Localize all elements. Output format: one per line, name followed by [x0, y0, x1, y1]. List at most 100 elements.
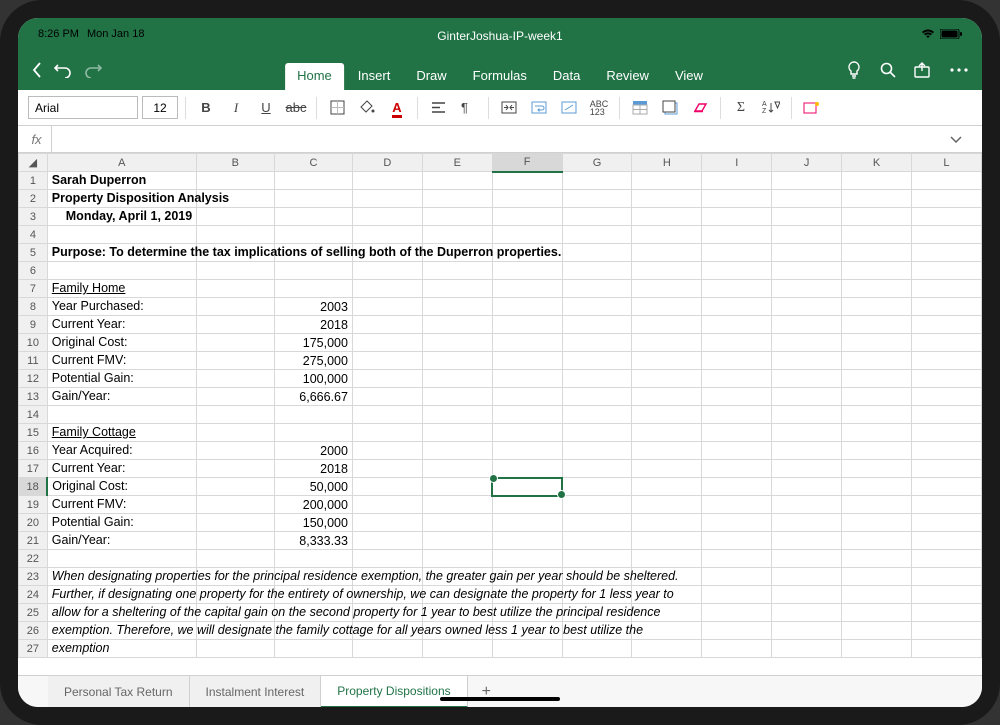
cell-G27[interactable] [562, 640, 632, 658]
cell-G21[interactable] [562, 532, 632, 550]
merge-button[interactable] [496, 95, 522, 121]
cell-I26[interactable] [702, 622, 772, 640]
cell-G7[interactable] [562, 280, 632, 298]
cell-L26[interactable] [911, 622, 981, 640]
cell-F9[interactable] [492, 316, 562, 334]
cell-C17[interactable]: 2018 [274, 460, 352, 478]
cell-J17[interactable] [772, 460, 842, 478]
cell-C20[interactable]: 150,000 [274, 514, 352, 532]
cell-I11[interactable] [702, 352, 772, 370]
cell-A12[interactable]: Potential Gain: [47, 370, 196, 388]
cell-C22[interactable] [274, 550, 352, 568]
sheet-tab[interactable]: Property Dispositions [321, 676, 467, 707]
cell-D8[interactable] [352, 298, 422, 316]
format-cells-button[interactable] [556, 95, 582, 121]
cell-G4[interactable] [562, 226, 632, 244]
cell-K18[interactable] [842, 478, 912, 496]
cell-K8[interactable] [842, 298, 912, 316]
cell-I20[interactable] [702, 514, 772, 532]
cell-D21[interactable] [352, 532, 422, 550]
cell-G10[interactable] [562, 334, 632, 352]
cell-K22[interactable] [842, 550, 912, 568]
cell-C21[interactable]: 8,333.33 [274, 532, 352, 550]
cell-F12[interactable] [492, 370, 562, 388]
cell-J18[interactable] [772, 478, 842, 496]
cell-A9[interactable]: Current Year: [47, 316, 196, 334]
cell-A15[interactable]: Family Cottage [47, 424, 196, 442]
cell-G3[interactable] [562, 208, 632, 226]
cell-G14[interactable] [562, 406, 632, 424]
cell-L15[interactable] [911, 424, 981, 442]
cell-B4[interactable] [196, 226, 274, 244]
cell-J4[interactable] [772, 226, 842, 244]
cell-C9[interactable]: 2018 [274, 316, 352, 334]
col-header-L[interactable]: L [911, 154, 981, 172]
share-icon[interactable] [914, 62, 932, 78]
cell-B7[interactable] [196, 280, 274, 298]
cell-D10[interactable] [352, 334, 422, 352]
cell-L11[interactable] [911, 352, 981, 370]
cell-A16[interactable]: Year Acquired: [47, 442, 196, 460]
cell-styles-button[interactable] [627, 95, 653, 121]
cell-L12[interactable] [911, 370, 981, 388]
cell-H3[interactable] [632, 208, 702, 226]
cell-J23[interactable] [772, 568, 842, 586]
more-icon[interactable] [950, 68, 968, 72]
clear-button[interactable] [687, 95, 713, 121]
cell-H10[interactable] [632, 334, 702, 352]
cell-K7[interactable] [842, 280, 912, 298]
cell-A23[interactable]: When designating properties for the prin… [47, 568, 196, 586]
cell-L21[interactable] [911, 532, 981, 550]
sheet-tab[interactable]: Instalment Interest [190, 676, 322, 707]
cell-G9[interactable] [562, 316, 632, 334]
cell-D22[interactable] [352, 550, 422, 568]
cell-A18[interactable]: Original Cost: [47, 478, 196, 496]
cell-F18[interactable] [492, 478, 562, 496]
font-color-button[interactable]: A [384, 95, 410, 121]
tab-home[interactable]: Home [285, 63, 344, 90]
cell-J5[interactable] [772, 244, 842, 262]
cell-B6[interactable] [196, 262, 274, 280]
cell-L13[interactable] [911, 388, 981, 406]
cell-B19[interactable] [196, 496, 274, 514]
cell-H13[interactable] [632, 388, 702, 406]
cell-L27[interactable] [911, 640, 981, 658]
cell-C6[interactable] [274, 262, 352, 280]
autosum-button[interactable]: Σ [728, 95, 754, 121]
row-header-1[interactable]: 1 [19, 172, 48, 190]
cell-B16[interactable] [196, 442, 274, 460]
tab-formulas[interactable]: Formulas [461, 63, 539, 90]
cell-B8[interactable] [196, 298, 274, 316]
cell-E12[interactable] [422, 370, 492, 388]
cell-E27[interactable] [422, 640, 492, 658]
cell-H2[interactable] [632, 190, 702, 208]
cell-E1[interactable] [422, 172, 492, 190]
cell-D11[interactable] [352, 352, 422, 370]
cell-I22[interactable] [702, 550, 772, 568]
cell-L20[interactable] [911, 514, 981, 532]
cell-J6[interactable] [772, 262, 842, 280]
row-header-22[interactable]: 22 [19, 550, 48, 568]
cell-D6[interactable] [352, 262, 422, 280]
cell-E21[interactable] [422, 532, 492, 550]
cell-F6[interactable] [492, 262, 562, 280]
cell-K21[interactable] [842, 532, 912, 550]
cell-H17[interactable] [632, 460, 702, 478]
redo-button[interactable] [84, 62, 102, 78]
cell-F11[interactable] [492, 352, 562, 370]
tab-insert[interactable]: Insert [346, 63, 403, 90]
cell-K12[interactable] [842, 370, 912, 388]
paragraph-button[interactable]: ¶ [455, 95, 481, 121]
cell-A21[interactable]: Gain/Year: [47, 532, 196, 550]
cell-E11[interactable] [422, 352, 492, 370]
cell-C3[interactable] [274, 208, 352, 226]
cell-F17[interactable] [492, 460, 562, 478]
cell-J1[interactable] [772, 172, 842, 190]
cell-J16[interactable] [772, 442, 842, 460]
sort-filter-button[interactable]: AZ [758, 95, 784, 121]
cell-E4[interactable] [422, 226, 492, 244]
cell-E13[interactable] [422, 388, 492, 406]
cell-A17[interactable]: Current Year: [47, 460, 196, 478]
cell-E14[interactable] [422, 406, 492, 424]
row-header-8[interactable]: 8 [19, 298, 48, 316]
